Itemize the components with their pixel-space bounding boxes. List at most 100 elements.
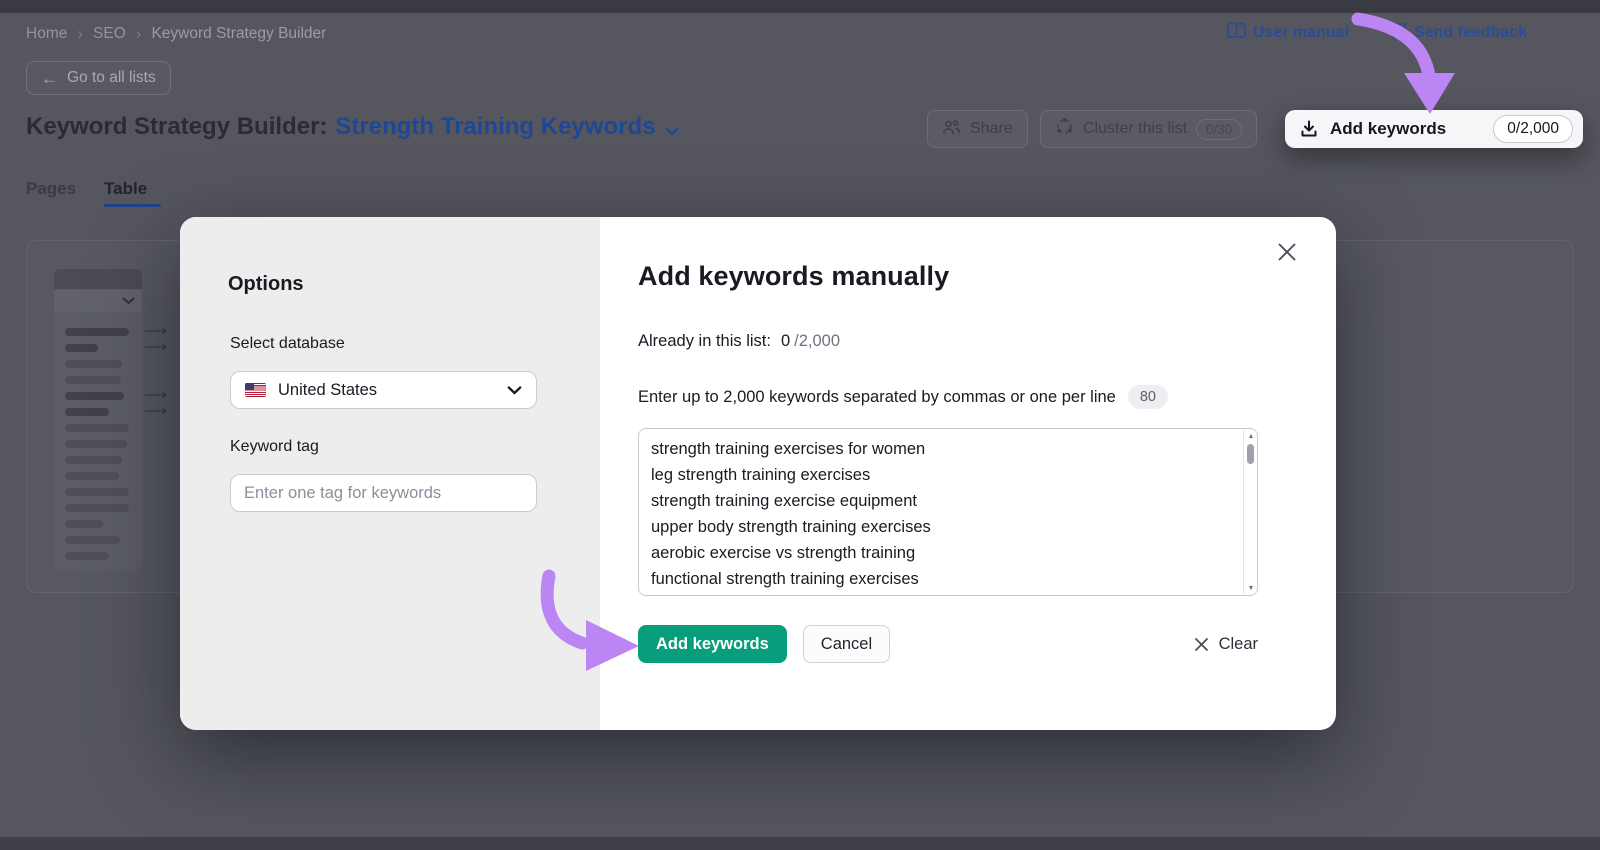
keyword-tag-label: Keyword tag (230, 438, 319, 455)
skeleton-select-row (54, 290, 142, 312)
already-in-list-label: Already in this list: (638, 332, 771, 350)
database-select[interactable]: United States (230, 371, 537, 409)
skeleton-bar (65, 328, 129, 336)
go-to-all-lists-button[interactable]: ← Go to all lists (26, 61, 171, 95)
add-keywords-count-badge: 0/2,000 (1493, 115, 1573, 143)
view-tabs: Pages Table (26, 179, 147, 199)
clear-button[interactable]: Clear (1194, 635, 1258, 654)
skeleton-row (65, 360, 176, 368)
skeleton-bar (65, 472, 119, 480)
keywords-textarea-wrap: ▲ ▼ (638, 428, 1258, 596)
already-count: 0 (780, 332, 791, 350)
scrollbar-thumb[interactable] (1247, 444, 1254, 464)
send-feedback-link[interactable]: Send feedback (1389, 22, 1527, 44)
page-title-prefix: Keyword Strategy Builder: (26, 112, 328, 140)
scroll-down-icon[interactable]: ▼ (1244, 582, 1258, 594)
top-window-strip (0, 0, 1600, 13)
active-tab-underline (104, 204, 161, 207)
breadcrumb-current: Keyword Strategy Builder (151, 25, 327, 42)
skeleton-bar (65, 504, 129, 512)
page-title: Keyword Strategy Builder: Strength Train… (26, 110, 680, 143)
skeleton-row (65, 440, 176, 448)
keyword-tag-input[interactable] (230, 474, 537, 512)
skeleton-row: ⟶ (65, 321, 176, 340)
database-selected-value: United States (278, 380, 378, 399)
tab-pages[interactable]: Pages (26, 179, 76, 199)
clear-label: Clear (1218, 634, 1258, 653)
skeleton-bar (65, 392, 124, 400)
book-icon (1227, 22, 1246, 44)
skeleton-bar (65, 424, 129, 432)
breadcrumb-separator-icon: › (135, 23, 142, 43)
skeleton-bar (65, 488, 129, 496)
close-icon[interactable] (1274, 239, 1300, 265)
skeleton-row (65, 424, 176, 432)
skeleton-bar (65, 440, 127, 448)
skeleton-bar (65, 520, 103, 528)
add-keywords-modal: Options Select database United States Ke… (180, 217, 1336, 730)
skeleton-bar (65, 552, 109, 560)
skeleton-row (65, 376, 176, 384)
skeleton-bar (65, 344, 98, 352)
add-keywords-button[interactable]: Add keywords 0/2,000 (1285, 110, 1583, 148)
modal-heading: Add keywords manually (638, 261, 950, 291)
add-keywords-label: Add keywords (1330, 119, 1447, 138)
skeleton-row (65, 488, 176, 496)
keywords-hint-row: Enter up to 2,000 keywords separated by … (638, 385, 1168, 409)
modal-actions: Add keywords Cancel Clear (638, 625, 1258, 663)
bottom-window-strip (0, 837, 1600, 850)
user-manual-label: User manual (1253, 24, 1350, 41)
download-icon (1299, 119, 1319, 139)
breadcrumb-seo[interactable]: SEO (93, 25, 126, 43)
cancel-button[interactable]: Cancel (802, 625, 891, 663)
keywords-textarea[interactable] (638, 428, 1258, 596)
skeleton-arrow-icon: ⟶ (144, 401, 167, 420)
purple-arrow-head (1404, 73, 1455, 114)
skeleton-row (65, 552, 176, 560)
skeleton-panel-header (54, 269, 142, 289)
tab-table[interactable]: Table (104, 179, 147, 199)
skeleton-bar (65, 536, 120, 544)
skeleton-arrow-icon: ⟶ (144, 337, 167, 356)
breadcrumb-home[interactable]: Home (26, 25, 67, 43)
feedback-bubble-icon (1389, 22, 1407, 44)
cluster-list-button[interactable]: Cluster this list 0/30 (1040, 110, 1258, 148)
cluster-count-badge: 0/30 (1196, 118, 1243, 140)
skeleton-row (65, 536, 176, 544)
us-flag-icon (245, 383, 266, 397)
back-arrow-icon: ← (41, 68, 58, 88)
chevron-down-icon[interactable] (665, 115, 680, 143)
share-people-icon (942, 118, 961, 141)
list-name-dropdown[interactable]: Strength Training Keywords (335, 113, 655, 141)
skeleton-row (65, 520, 176, 528)
scroll-up-icon[interactable]: ▲ (1244, 430, 1258, 442)
cluster-label: Cluster this list (1083, 120, 1188, 137)
chevron-down-icon (507, 385, 522, 394)
skeleton-row: ⟶ (65, 401, 176, 420)
skeleton-bar (65, 360, 122, 368)
skeleton-row (65, 504, 176, 512)
header-links: User manual Send feedback (1227, 22, 1527, 44)
skeleton-bar (65, 408, 109, 416)
loading-skeleton: ⟶ ⟶ ⟶ ⟶ (54, 269, 176, 570)
breadcrumb-separator-icon: › (77, 23, 84, 43)
already-in-list: Already in this list: 0 /2,000 (638, 332, 840, 351)
cluster-icon (1055, 117, 1074, 141)
skeleton-rows: ⟶ ⟶ ⟶ ⟶ (65, 321, 176, 568)
modal-add-keywords-button[interactable]: Add keywords (638, 625, 787, 663)
skeleton-row (65, 472, 176, 480)
options-heading: Options (228, 273, 304, 295)
user-manual-link[interactable]: User manual (1227, 22, 1349, 44)
textarea-scrollbar[interactable]: ▲ ▼ (1243, 429, 1257, 595)
app-screen: Home › SEO › Keyword Strategy Builder Us… (0, 0, 1600, 850)
skeleton-row: ⟶ (65, 337, 176, 356)
clear-x-icon (1194, 637, 1208, 651)
breadcrumb: Home › SEO › Keyword Strategy Builder (26, 25, 326, 43)
skeleton-bar (65, 456, 122, 464)
go-to-all-lists-label: Go to all lists (67, 69, 156, 86)
chevron-down-icon (122, 297, 135, 304)
skeleton-row (65, 456, 176, 464)
send-feedback-label: Send feedback (1414, 24, 1527, 41)
share-label: Share (970, 120, 1013, 137)
share-button[interactable]: Share (927, 110, 1028, 148)
